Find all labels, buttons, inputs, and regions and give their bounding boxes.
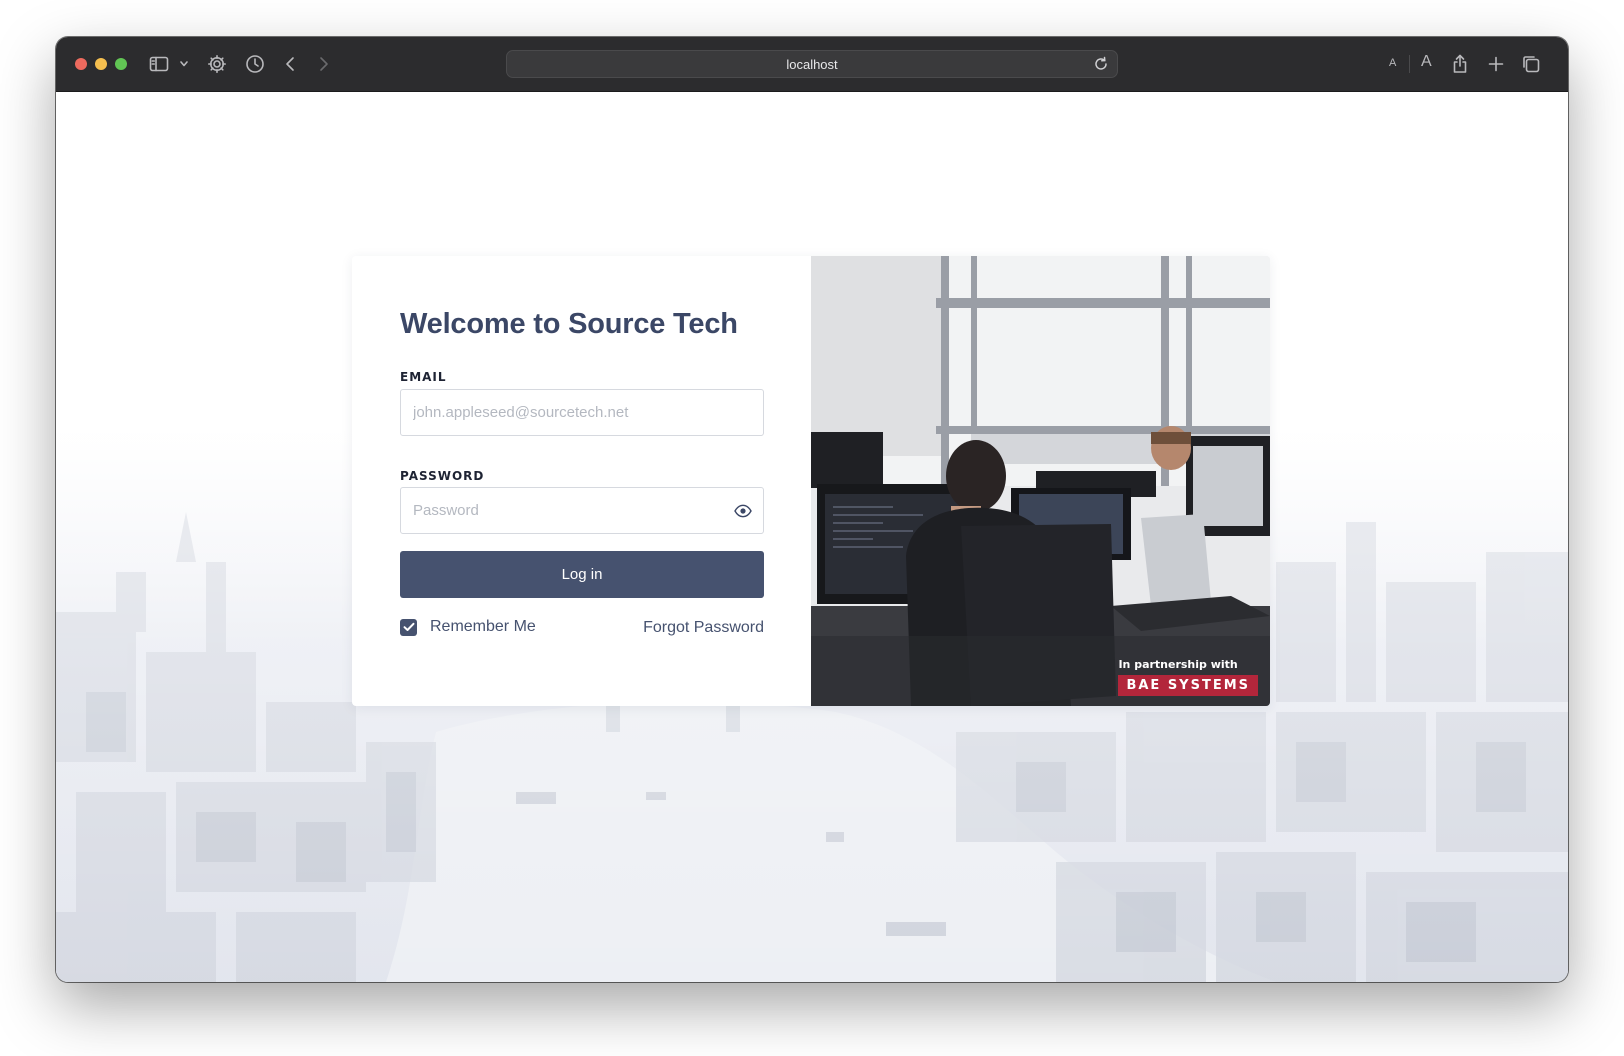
- browser-window: localhost A A Welcome to Source Tech EMA…: [56, 37, 1568, 982]
- login-form: Welcome to Source Tech EMAIL PASSWORD Lo…: [352, 256, 811, 706]
- login-button[interactable]: Log in: [400, 551, 764, 598]
- email-field[interactable]: [400, 389, 764, 436]
- toolbar-divider: [1409, 55, 1410, 73]
- forgot-password-link[interactable]: Forgot Password: [643, 619, 764, 637]
- browser-toolbar: localhost A A: [56, 37, 1568, 92]
- share-icon[interactable]: [1450, 51, 1470, 77]
- partner-text: In partnership with: [1118, 658, 1238, 671]
- show-password-icon[interactable]: [734, 504, 752, 518]
- reload-icon[interactable]: [1093, 56, 1109, 77]
- password-field[interactable]: [400, 487, 764, 534]
- increase-text-size-button[interactable]: A: [1421, 53, 1432, 71]
- chevron-down-icon[interactable]: [178, 51, 190, 77]
- gear-icon[interactable]: [206, 51, 228, 77]
- page-viewport: Welcome to Source Tech EMAIL PASSWORD Lo…: [56, 92, 1568, 982]
- zoom-window-button[interactable]: [115, 58, 127, 70]
- tabs-overview-icon[interactable]: [1520, 51, 1542, 77]
- bae-systems-logo: BAE SYSTEMS: [1118, 675, 1258, 696]
- login-card: Welcome to Source Tech EMAIL PASSWORD Lo…: [352, 256, 1270, 706]
- remember-me-label: Remember Me: [430, 618, 536, 635]
- password-label: PASSWORD: [400, 469, 485, 483]
- address-text: localhost: [786, 57, 838, 72]
- office-scene-image: [811, 256, 1270, 706]
- minimize-window-button[interactable]: [95, 58, 107, 70]
- forward-icon: [316, 51, 332, 77]
- back-icon[interactable]: [282, 51, 298, 77]
- decrease-text-size-button[interactable]: A: [1389, 57, 1396, 69]
- email-label: EMAIL: [400, 370, 447, 384]
- close-window-button[interactable]: [75, 58, 87, 70]
- address-bar[interactable]: localhost: [506, 50, 1118, 78]
- sidebar-icon[interactable]: [148, 51, 170, 77]
- remember-me-checkbox[interactable]: Remember Me: [400, 618, 536, 636]
- partner-badge: In partnership with BAE SYSTEMS: [1118, 658, 1258, 696]
- page-title: Welcome to Source Tech: [400, 308, 738, 340]
- new-tab-icon[interactable]: [1486, 51, 1506, 77]
- office-photo: In partnership with BAE SYSTEMS: [811, 256, 1270, 706]
- checkbox-checked-icon[interactable]: [400, 618, 417, 636]
- history-icon[interactable]: [244, 51, 266, 77]
